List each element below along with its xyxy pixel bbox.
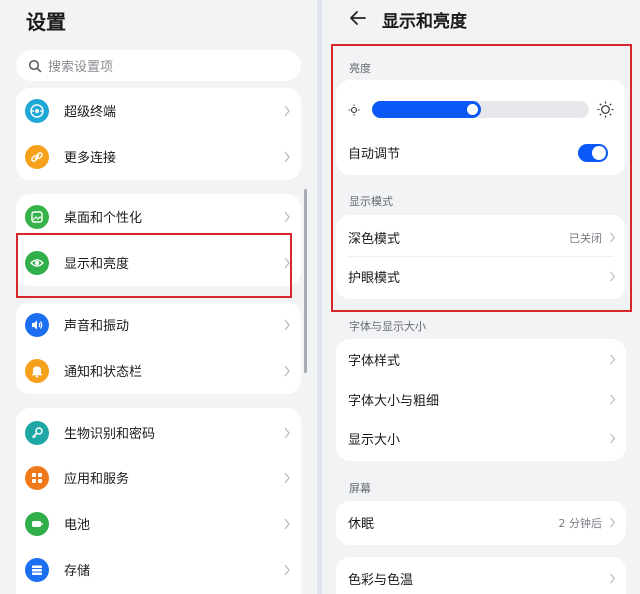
link-icon: [25, 144, 49, 169]
sleep-label: 休眠: [348, 517, 375, 532]
display-size-row[interactable]: 显示大小: [336, 419, 626, 458]
settings-item-apps[interactable]: 应用和服务: [16, 455, 301, 500]
search-icon: [28, 59, 42, 72]
chevron-right-icon: [284, 105, 290, 116]
section-label-font: 字体与显示大小: [349, 320, 426, 333]
settings-item-biometrics[interactable]: 生物识别和密码: [16, 410, 301, 455]
font-size-weight-label: 字体大小与粗细: [348, 394, 440, 409]
chevron-right-icon: [284, 151, 290, 162]
sleep-value: 2 分钟后: [558, 516, 603, 530]
sleep-row[interactable]: 休眠 2 分钟后: [336, 503, 626, 542]
settings-group: 声音和振动 通知和状态栏: [16, 302, 301, 394]
super-device-icon: [25, 98, 49, 123]
scrollbar[interactable]: [304, 189, 307, 373]
settings-item-super-device[interactable]: 超级终端: [16, 88, 301, 133]
chevron-right-icon: [284, 211, 290, 222]
settings-item-sound[interactable]: 声音和振动: [16, 302, 301, 347]
highlight-box: [331, 44, 632, 312]
page-title: 设置: [26, 10, 66, 34]
settings-item-storage[interactable]: 存储: [16, 547, 301, 592]
chevron-right-icon: [284, 319, 290, 330]
chevron-right-icon: [284, 427, 290, 438]
chevron-right-icon: [284, 564, 290, 575]
battery-icon: [25, 511, 49, 536]
settings-item-label: 声音和振动: [64, 319, 130, 334]
font-size-weight-row[interactable]: 字体大小与粗细: [336, 380, 626, 419]
settings-item-label: 桌面和个性化: [64, 211, 143, 226]
apps-icon: [25, 465, 49, 490]
sleep-card: 休眠 2 分钟后: [336, 501, 626, 545]
bell-icon: [25, 358, 49, 383]
settings-item-label: 生物识别和密码: [64, 427, 156, 442]
page-title: 显示和亮度: [382, 12, 467, 32]
chevron-right-icon: [610, 354, 616, 365]
settings-group: 生物识别和密码 应用和服务 电池 存储: [16, 408, 301, 594]
settings-item-more-connections[interactable]: 更多连接: [16, 134, 301, 179]
settings-item-label: 存储: [64, 564, 91, 579]
speaker-icon: [25, 312, 49, 337]
settings-item-label: 超级终端: [64, 105, 117, 120]
highlight-box: [16, 233, 292, 298]
key-icon: [25, 420, 49, 445]
chevron-right-icon: [610, 517, 616, 528]
chevron-right-icon: [284, 365, 290, 376]
settings-item-label: 更多连接: [64, 151, 117, 166]
settings-item-label: 通知和状态栏: [64, 365, 143, 380]
color-card: 色彩与色温: [336, 557, 626, 594]
display-brightness-pane: 显示和亮度 亮度 自动调节 显示模式 深色模式 已关闭 护眼模式 字体与显示大小…: [322, 0, 640, 594]
font-style-label: 字体样式: [348, 354, 401, 369]
search-input[interactable]: 搜索设置项: [16, 50, 301, 81]
color-temperature-label: 色彩与色温: [348, 573, 414, 588]
settings-item-notifications[interactable]: 通知和状态栏: [16, 348, 301, 393]
chevron-right-icon: [284, 472, 290, 483]
chevron-right-icon: [610, 433, 616, 444]
search-placeholder: 搜索设置项: [48, 60, 114, 75]
storage-icon: [25, 557, 49, 582]
back-arrow-icon[interactable]: [349, 10, 367, 26]
section-label-screen: 屏幕: [349, 482, 371, 495]
font-style-row[interactable]: 字体样式: [336, 340, 626, 379]
wallpaper-icon: [25, 204, 49, 229]
settings-item-label: 电池: [64, 518, 91, 533]
chevron-right-icon: [284, 518, 290, 529]
settings-group: 超级终端 更多连接: [16, 88, 301, 180]
settings-item-label: 应用和服务: [64, 472, 130, 487]
display-size-label: 显示大小: [348, 433, 401, 448]
chevron-right-icon: [610, 573, 616, 584]
chevron-right-icon: [610, 394, 616, 405]
settings-item-battery[interactable]: 电池: [16, 501, 301, 546]
font-card: 字体样式 字体大小与粗细 显示大小: [336, 339, 626, 461]
color-temperature-row[interactable]: 色彩与色温: [336, 559, 626, 594]
settings-pane: 设置 搜索设置项 超级终端 更多连接 桌面和个性化 显示和亮度 声音和振动 通知…: [0, 0, 317, 594]
